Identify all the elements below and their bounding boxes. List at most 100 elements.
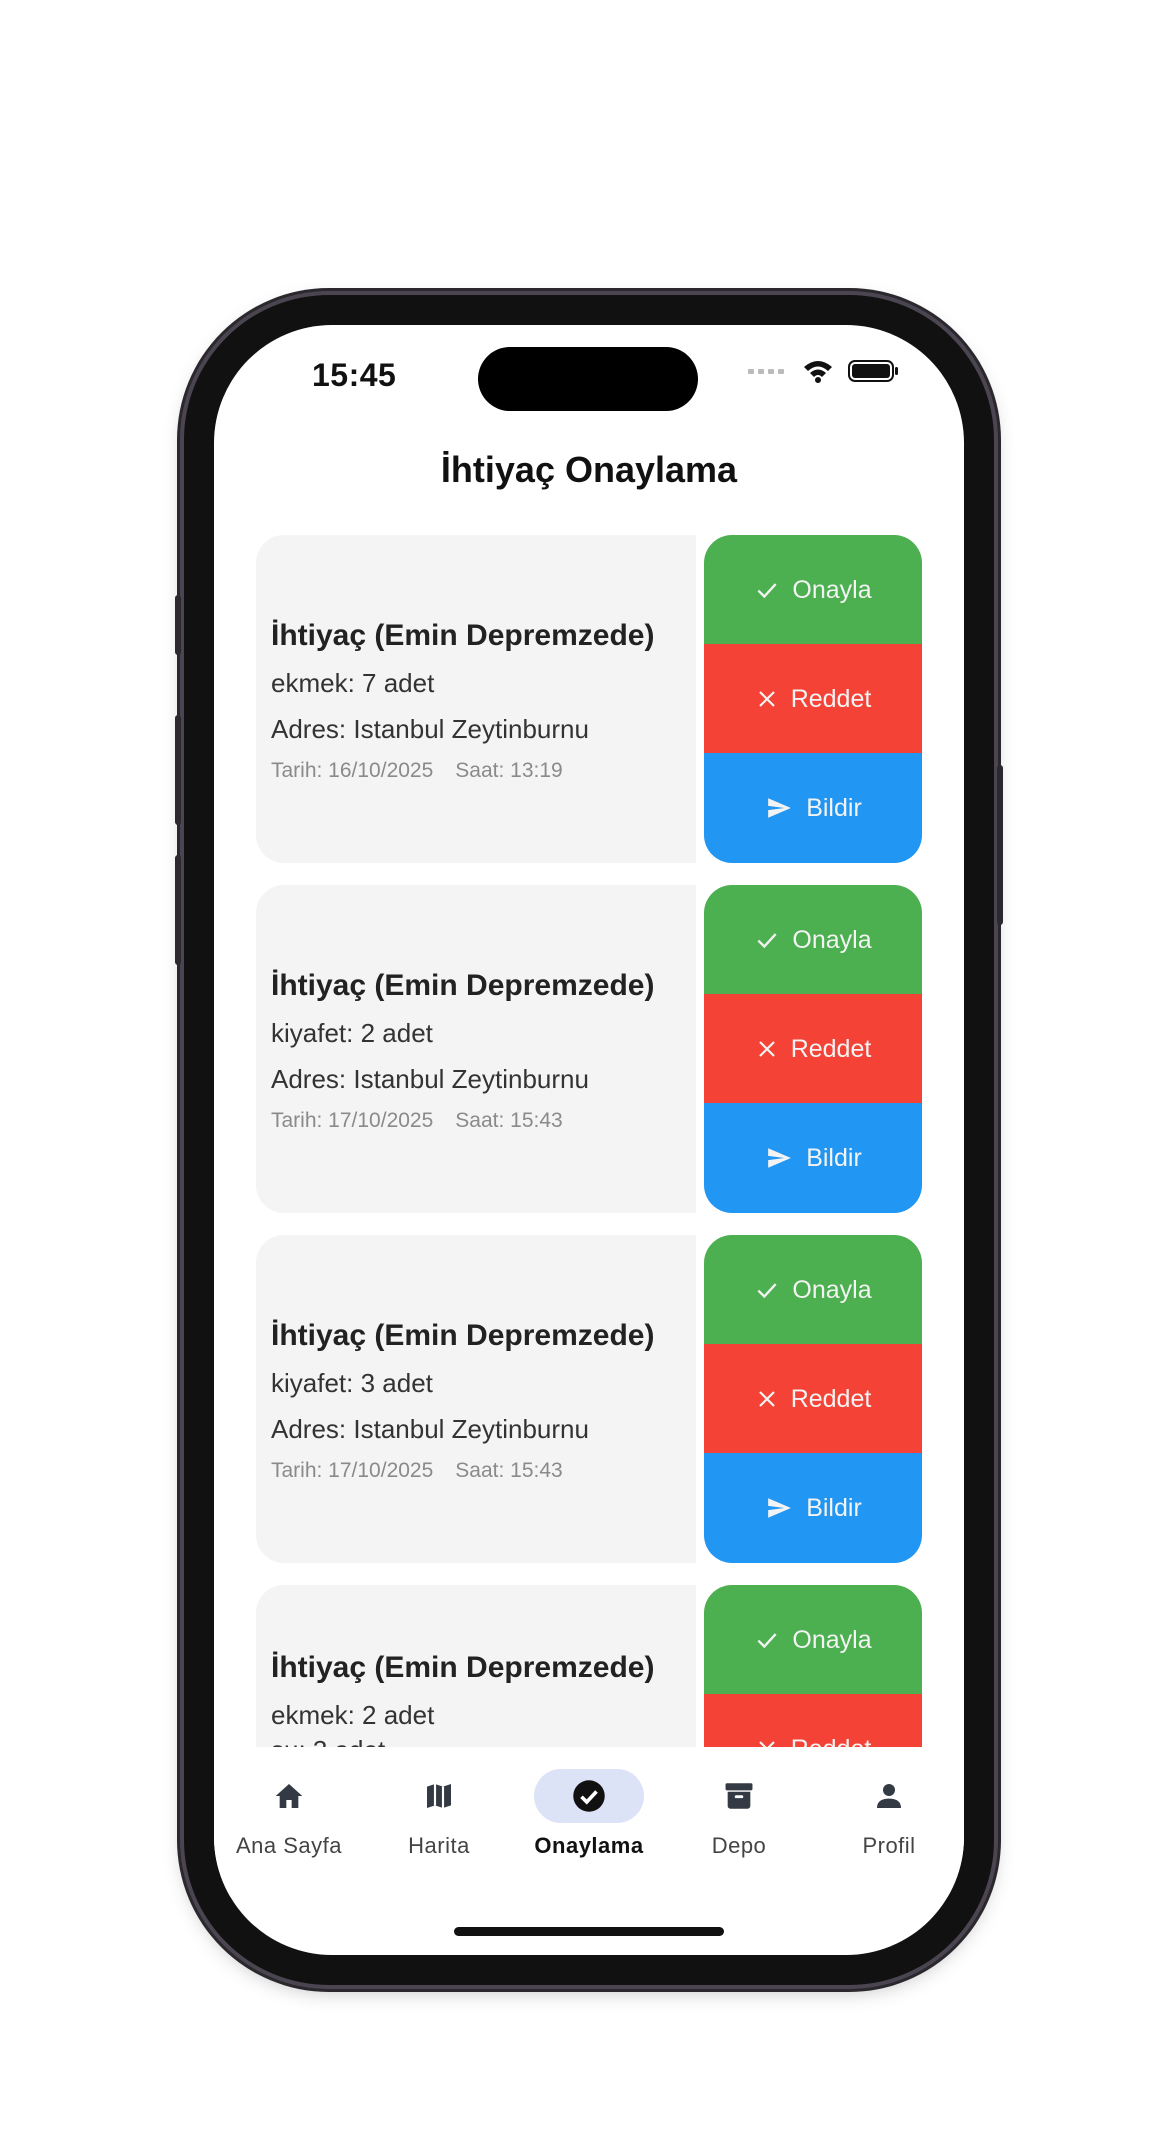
need-card-date: Tarih: 17/10/2025 xyxy=(271,1109,434,1132)
need-card-time: Saat: 15:43 xyxy=(455,1459,563,1482)
side-button-left-2 xyxy=(175,715,181,825)
need-card: İhtiyaç (Emin Depremzede) kiyafet: 2 ade… xyxy=(256,885,922,1213)
need-card-time: Saat: 13:19 xyxy=(455,759,563,782)
side-button-right xyxy=(997,765,1003,925)
report-label: Bildir xyxy=(806,1493,862,1522)
need-card-item: ekmek: 7 adet xyxy=(271,668,435,698)
nav-icon-wrap xyxy=(234,1769,344,1823)
need-card-address: Adres: Istanbul Zeytinburnu xyxy=(271,1414,589,1444)
need-card-date: Tarih: 17/10/2025 xyxy=(271,1459,434,1482)
nav-label-depot: Depo xyxy=(711,1833,767,1858)
send-icon xyxy=(768,798,792,818)
nav-item-approval[interactable]: Onaylama xyxy=(514,1769,664,1869)
approve-button[interactable]: Onayla xyxy=(704,1235,922,1345)
approve-button[interactable]: Onayla xyxy=(704,885,922,995)
approve-label: Onayla xyxy=(792,1625,872,1654)
approve-label: Onayla xyxy=(792,925,872,954)
reject-button[interactable]: Reddet xyxy=(704,1344,922,1454)
report-button[interactable]: Bildir xyxy=(704,1453,922,1563)
need-card: İhtiyaç (Emin Depremzede) ekmek: 2 adet … xyxy=(256,1585,922,1747)
status-icons xyxy=(748,359,900,383)
need-card-meta: Tarih: 17/10/2025 Saat: 15:43 xyxy=(271,1459,563,1483)
screen: 15:45 İhtiyaç Onaylama İhtiyaç (Emin Dep… xyxy=(214,325,964,1955)
need-card-title: İhtiyaç (Emin Depremzede) xyxy=(271,969,655,1002)
need-card-info: İhtiyaç (Emin Depremzede) kiyafet: 2 ade… xyxy=(256,885,696,1213)
approve-label: Onayla xyxy=(792,1275,872,1304)
reject-label: Reddet xyxy=(790,1384,872,1413)
need-card-info: İhtiyaç (Emin Depremzede) ekmek: 2 adet … xyxy=(256,1585,696,1747)
need-card-date: Tarih: 16/10/2025 xyxy=(271,759,434,782)
nav-item-depot[interactable]: Depo xyxy=(664,1769,814,1869)
reject-button[interactable]: Reddet xyxy=(704,1694,922,1747)
nav-icon-wrap xyxy=(534,1769,644,1823)
reject-button[interactable]: Reddet xyxy=(704,994,922,1104)
archive-icon xyxy=(725,1783,753,1809)
need-card-time: Saat: 15:43 xyxy=(455,1109,563,1132)
nav-icon-wrap xyxy=(384,1769,494,1823)
status-time: 15:45 xyxy=(312,357,397,393)
reject-button[interactable]: Reddet xyxy=(704,644,922,754)
battery-icon xyxy=(848,360,898,382)
send-icon xyxy=(768,1498,792,1518)
need-card-meta: Tarih: 16/10/2025 Saat: 13:19 xyxy=(271,759,563,783)
need-card-info: İhtiyaç (Emin Depremzede) ekmek: 7 adet … xyxy=(256,535,696,863)
reject-label: Reddet xyxy=(791,1735,872,1748)
nav-label-map: Harita xyxy=(408,1833,470,1858)
nav-icon-wrap xyxy=(684,1769,794,1823)
need-card-address: Adres: Istanbul Zeytinburnu xyxy=(271,714,589,744)
page-title: İhtiyaç Onaylama xyxy=(440,449,738,490)
need-card-actions: Onayla Reddet Bildir xyxy=(704,885,922,1213)
side-button-left-1 xyxy=(175,595,181,655)
needs-list[interactable]: İhtiyaç (Emin Depremzede) ekmek: 7 adet … xyxy=(256,535,922,1747)
need-card-title: İhtiyaç (Emin Depremzede) xyxy=(271,1319,655,1352)
need-card-item: kiyafet: 2 adet xyxy=(271,1018,433,1048)
need-card-actions: Onayla Reddet xyxy=(704,1585,922,1747)
need-card-title: İhtiyaç (Emin Depremzede) xyxy=(271,619,655,652)
report-label: Bildir xyxy=(806,1143,862,1172)
need-card-item: ekmek: 2 adet xyxy=(271,1700,435,1730)
check-icon xyxy=(757,1633,777,1649)
reject-label: Reddet xyxy=(790,1034,872,1063)
home-indicator xyxy=(454,1927,724,1936)
close-icon xyxy=(758,1391,775,1407)
nav-label-home: Ana Sayfa xyxy=(235,1833,342,1858)
check-icon xyxy=(757,933,777,949)
close-icon xyxy=(758,1041,775,1057)
dynamic-island xyxy=(478,347,698,411)
approve-button[interactable]: Onayla xyxy=(704,1585,922,1695)
nav-item-home[interactable]: Ana Sayfa xyxy=(214,1769,364,1869)
need-card-address: Adres: Istanbul Zeytinburnu xyxy=(271,1064,589,1094)
need-card-meta: Tarih: 17/10/2025 Saat: 15:43 xyxy=(271,1109,563,1133)
home-icon xyxy=(275,1784,303,1808)
send-icon xyxy=(768,1148,792,1168)
wifi-icon xyxy=(804,361,832,383)
need-card: İhtiyaç (Emin Depremzede) kiyafet: 3 ade… xyxy=(256,1235,922,1563)
map-icon xyxy=(427,1784,451,1808)
check-icon xyxy=(757,583,777,599)
need-card-info: İhtiyaç (Emin Depremzede) kiyafet: 3 ade… xyxy=(256,1235,696,1563)
nav-label-profile: Profil xyxy=(862,1833,916,1858)
report-button[interactable]: Bildir xyxy=(704,1103,922,1213)
need-card-actions: Onayla Reddet Bildir xyxy=(704,1235,922,1563)
nav-item-profile[interactable]: Profil xyxy=(814,1769,964,1869)
need-card-item: kiyafet: 3 adet xyxy=(271,1368,433,1398)
bottom-nav: Ana Sayfa Harita Onaylama Depo Profil xyxy=(214,1747,964,1897)
nav-item-map[interactable]: Harita xyxy=(364,1769,514,1869)
report-label: Bildir xyxy=(806,793,862,822)
check-icon xyxy=(757,1283,777,1299)
phone-frame: 15:45 İhtiyaç Onaylama İhtiyaç (Emin Dep… xyxy=(175,295,1003,1985)
close-icon xyxy=(758,1741,775,1747)
need-card-actions: Onayla Reddet Bildir xyxy=(704,535,922,863)
side-button-left-3 xyxy=(175,855,181,965)
signal-icon xyxy=(748,369,784,374)
need-card-item: su: 3 adet xyxy=(271,1735,385,1747)
nav-label-approval: Onaylama xyxy=(534,1833,644,1858)
approve-button[interactable]: Onayla xyxy=(704,535,922,645)
reject-label: Reddet xyxy=(790,684,872,713)
check-circle-icon xyxy=(573,1780,605,1812)
need-card-title: İhtiyaç (Emin Depremzede) xyxy=(271,1651,655,1684)
report-button[interactable]: Bildir xyxy=(704,753,922,863)
close-icon xyxy=(758,691,775,707)
need-card: İhtiyaç (Emin Depremzede) ekmek: 7 adet … xyxy=(256,535,922,863)
person-icon xyxy=(877,1784,901,1808)
